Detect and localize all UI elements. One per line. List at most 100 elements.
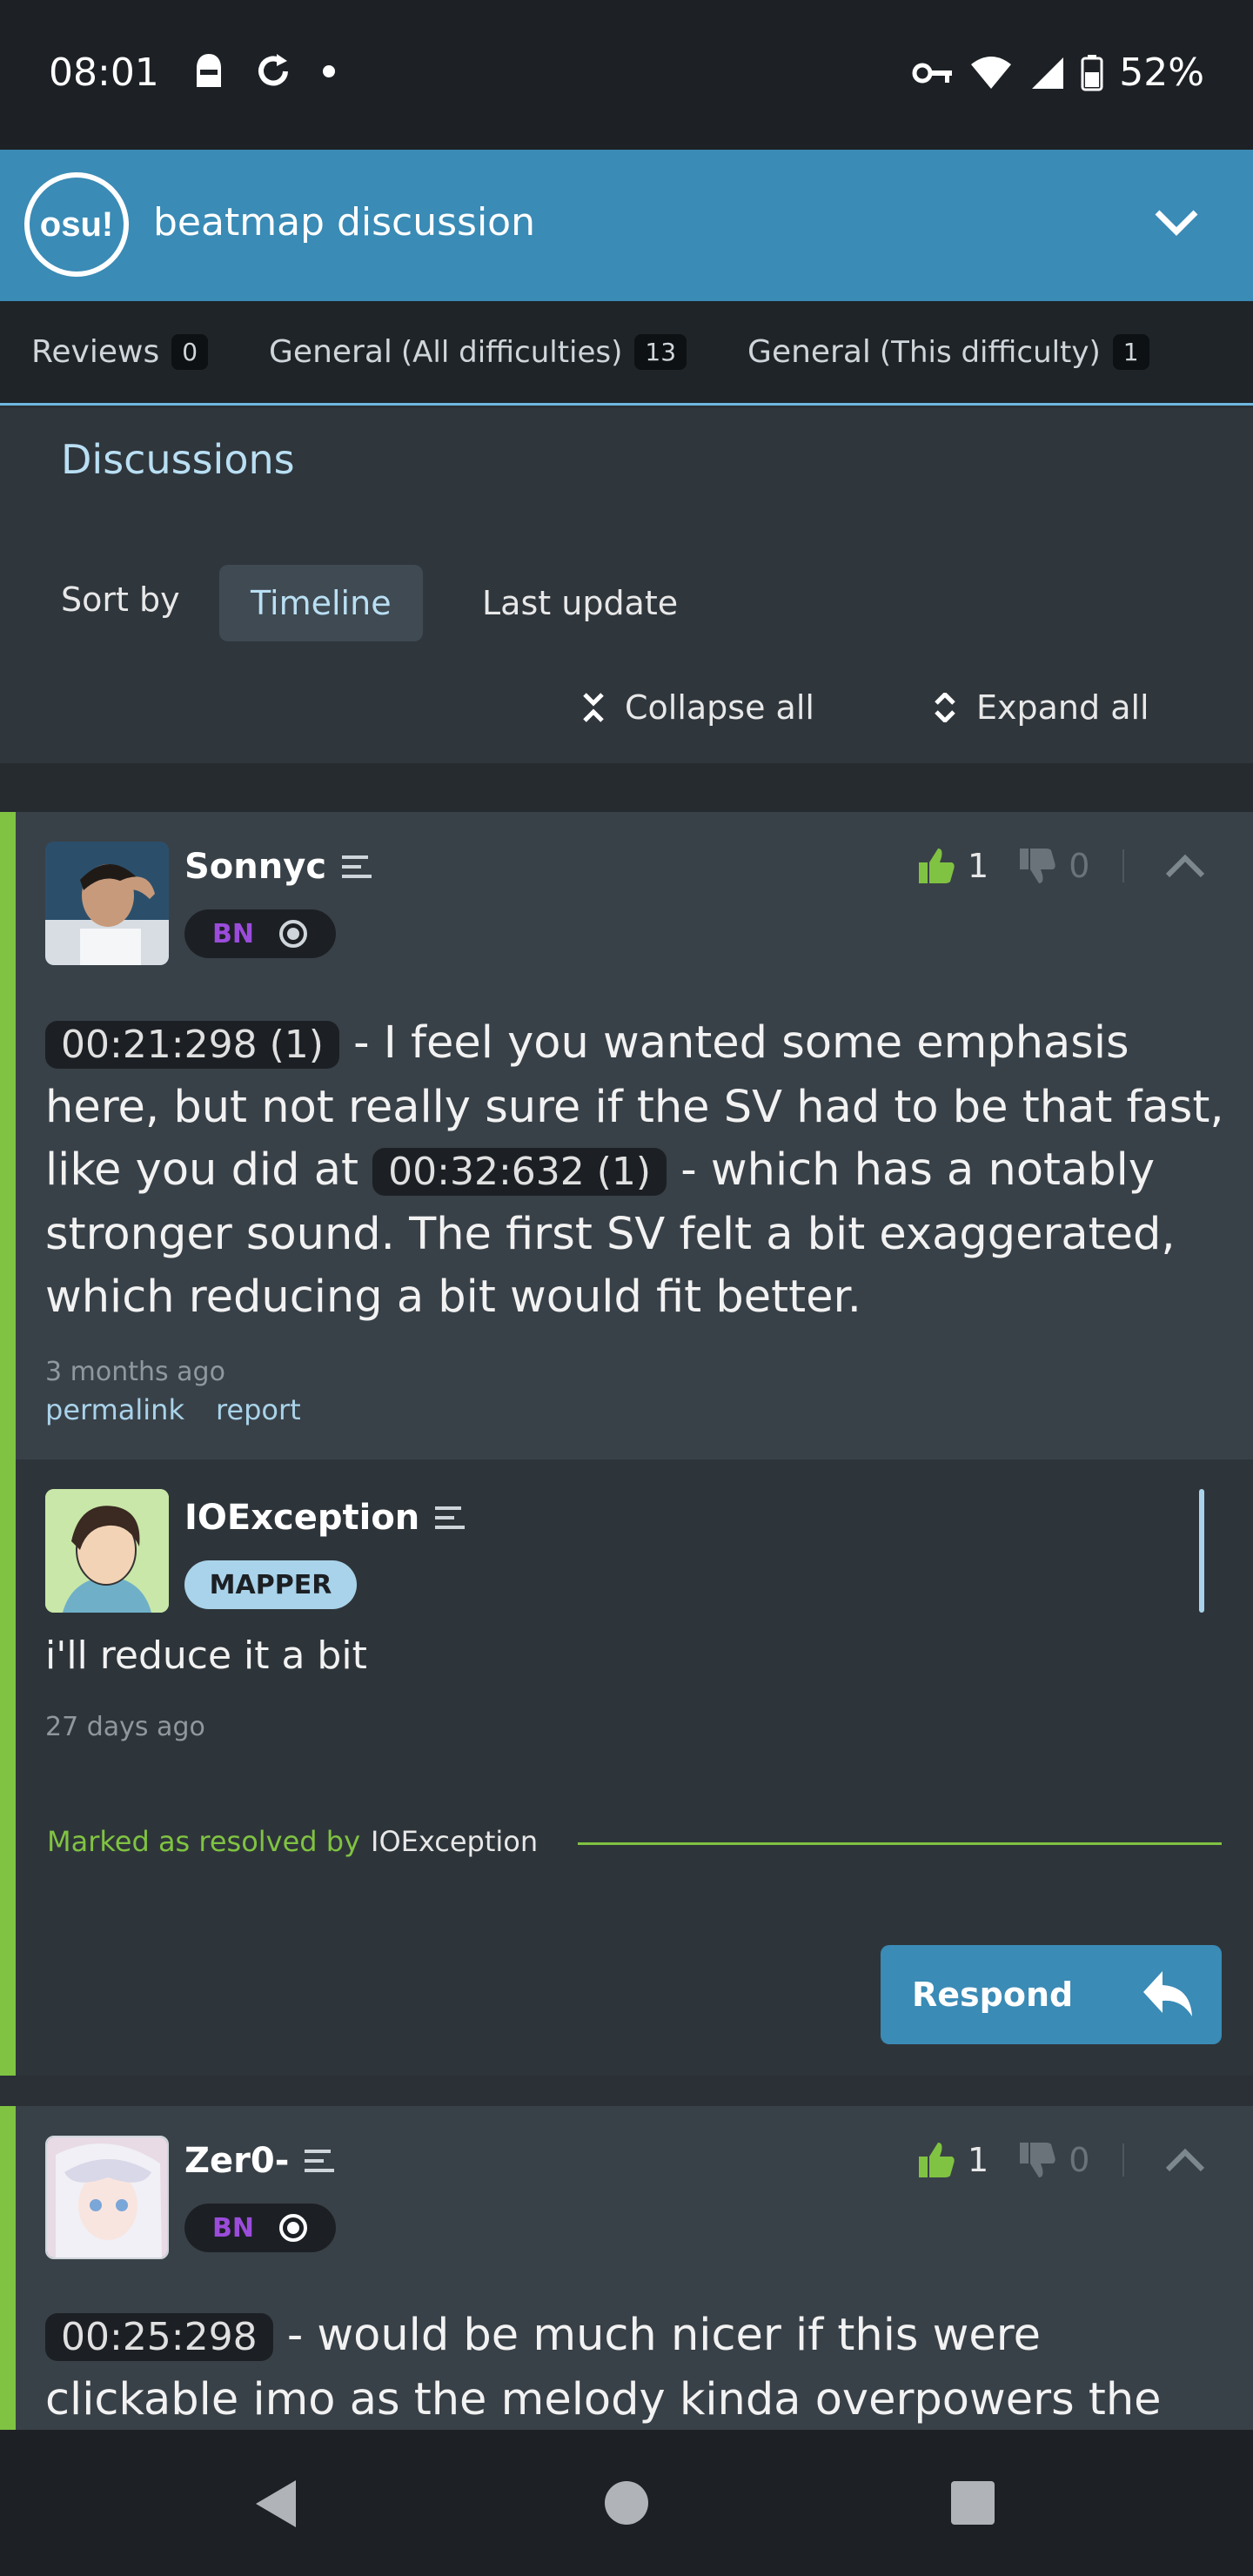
thumbs-up-icon[interactable] [917, 2141, 955, 2179]
permalink-link[interactable]: permalink [45, 1393, 184, 1426]
avatar[interactable] [45, 1489, 169, 1613]
bn-badge-label: BN [212, 918, 254, 949]
home-icon[interactable] [604, 2480, 649, 2526]
dot-icon [323, 65, 335, 77]
timestamp-link[interactable]: 00:25:298 [45, 2313, 273, 2361]
post-author[interactable]: Zer0- [184, 2141, 335, 2181]
avatar[interactable] [45, 2136, 169, 2259]
sort-last-update-button[interactable]: Last update [451, 565, 709, 641]
chevron-up-icon[interactable] [1164, 2147, 1206, 2173]
avatar-image [47, 2137, 167, 2257]
system-nav-bar [0, 2430, 1253, 2576]
expand-icon [935, 693, 955, 722]
respond-label: Respond [912, 1976, 1074, 2014]
battery-percent: 52% [1119, 50, 1204, 95]
bn-badge-label: BN [212, 2212, 254, 2244]
vote-controls: 1 0 [917, 2141, 1206, 2179]
status-notification-icons [193, 52, 336, 91]
post-actions: permalink report [45, 1393, 301, 1426]
reply-author[interactable]: IOException [184, 1498, 466, 1538]
status-time: 08:01 [49, 50, 159, 95]
discussions-header: Discussions Sort by Timeline Last update… [0, 408, 1253, 763]
status-bar: 08:01 52% [0, 0, 1253, 150]
target-icon [278, 920, 307, 948]
chevron-up-icon[interactable] [1164, 853, 1206, 879]
discussion-card: Zer0- BN 1 0 00:25:298 - would be much n… [0, 2106, 1253, 2431]
downvote-count: 0 [1069, 2141, 1090, 2179]
signal-icon [1032, 57, 1064, 89]
thumbs-down-icon[interactable] [1018, 847, 1056, 885]
report-link[interactable]: report [216, 1393, 301, 1426]
recents-icon[interactable] [950, 2480, 995, 2526]
username: Zer0- [184, 2141, 290, 2181]
sort-label: Sort by [61, 580, 180, 619]
logo-text: osu! [39, 205, 114, 244]
tab-general-this[interactable]: General (This difficulty) 1 [747, 334, 1149, 370]
vote-controls: 1 0 [917, 847, 1206, 885]
timestamp-link[interactable]: 00:32:632 (1) [372, 1148, 667, 1196]
reply-post: IOException MAPPER i'll reduce it a bit … [16, 1459, 1253, 2076]
expand-all-button[interactable]: Expand all [933, 688, 1149, 727]
target-icon [278, 2214, 307, 2242]
avatar[interactable] [45, 842, 169, 965]
reply-text: i'll reduce it a bit [45, 1633, 367, 1678]
sort-timeline-button[interactable]: Timeline [219, 565, 423, 641]
tab-label: General [747, 334, 871, 370]
tab-label: General [269, 334, 392, 370]
tab-sublabel: (This difficulty) [879, 334, 1101, 370]
thumbs-up-icon[interactable] [917, 847, 955, 885]
timestamp-link[interactable]: 00:21:298 (1) [45, 1021, 339, 1069]
discussion-card: Sonnyc BN 1 0 00:21:298 (1) - I feel you… [0, 812, 1253, 2076]
tab-count: 1 [1112, 334, 1149, 370]
discussions-title: Discussions [61, 436, 295, 483]
sync-icon [258, 54, 288, 86]
resolved-label: Marked as resolved by [47, 1825, 361, 1858]
wifi-icon [971, 56, 1012, 89]
resolved-divider [578, 1842, 1222, 1845]
collapse-all-button[interactable]: Collapse all [581, 688, 814, 727]
discussion-tabs: Reviews 0 General (All difficulties) 13 … [0, 301, 1253, 406]
username: Sonnyc [184, 847, 327, 887]
chevron-down-icon[interactable] [1154, 205, 1199, 240]
reply-time: 27 days ago [45, 1712, 205, 1742]
tab-general-all[interactable]: General (All difficulties) 13 [269, 334, 687, 370]
respond-button[interactable]: Respond [881, 1945, 1222, 2044]
vote-divider [1122, 849, 1125, 882]
post-body: 00:25:298 - would be much nicer if this … [45, 2304, 1237, 2432]
thumbs-down-icon[interactable] [1018, 2141, 1056, 2179]
mapper-badge: MAPPER [184, 1560, 357, 1609]
avatar-image [45, 842, 169, 965]
upvote-count: 1 [968, 2141, 989, 2179]
bn-badge: BN [184, 2204, 336, 2252]
status-system-icons: 52% [912, 50, 1204, 95]
resolved-by[interactable]: IOException [371, 1825, 538, 1858]
user-menu-icon[interactable] [305, 2148, 335, 2174]
back-icon[interactable] [252, 2477, 299, 2531]
key-icon [912, 63, 953, 83]
vpn-icon [197, 54, 221, 87]
bn-badge: BN [184, 909, 336, 958]
collapse-all-label: Collapse all [625, 688, 814, 727]
tab-count: 0 [171, 334, 209, 370]
app-header: osu! beatmap discussion [0, 150, 1253, 301]
tab-sublabel: (All difficulties) [400, 334, 623, 370]
post-time: 3 months ago [45, 1357, 225, 1387]
user-menu-icon[interactable] [435, 1505, 466, 1531]
user-menu-icon[interactable] [342, 854, 372, 880]
post-author[interactable]: Sonnyc [184, 847, 372, 887]
resolved-status: Marked as resolved by IOException [47, 1825, 538, 1858]
tab-label: Reviews [31, 334, 160, 370]
post-body: 00:21:298 (1) - I feel you wanted some e… [45, 1012, 1237, 1329]
vote-divider [1122, 2143, 1125, 2177]
collapse-icon [583, 693, 604, 722]
reply-indicator [1199, 1489, 1204, 1613]
page-title: beatmap discussion [153, 200, 535, 245]
upvote-count: 1 [968, 847, 989, 885]
reply-arrow-icon [1143, 1971, 1192, 2016]
expand-all-label: Expand all [976, 688, 1149, 727]
battery-icon [1081, 54, 1103, 91]
tab-reviews[interactable]: Reviews 0 [31, 334, 209, 370]
osu-logo[interactable]: osu! [24, 172, 129, 277]
tab-count: 13 [634, 334, 687, 370]
downvote-count: 0 [1069, 847, 1090, 885]
